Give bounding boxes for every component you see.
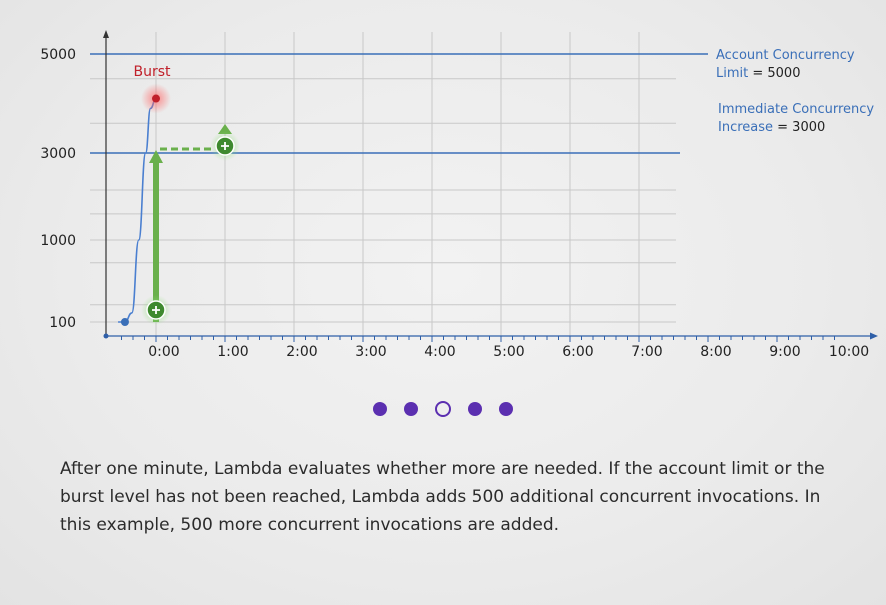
start-point xyxy=(120,318,129,326)
slide: 0:00 1:00 2:00 3:00 4:00 5:00 6:00 7:00 8:00 9:00… xyxy=(0,0,886,605)
y-tick-label: 1000 xyxy=(40,233,76,249)
pagination-dot[interactable] xyxy=(468,402,482,416)
pagination-dot[interactable] xyxy=(373,402,387,416)
x-tick-label: 3:00 xyxy=(355,344,386,360)
pagination-dot[interactable] xyxy=(404,402,418,416)
increase-arrow-head xyxy=(149,150,163,163)
y-tick-label: 100 xyxy=(49,315,76,331)
pagination-dot[interactable] xyxy=(499,402,513,416)
x-tick-label: 10:00 xyxy=(829,344,869,360)
concurrency-chart: 0:00 1:00 2:00 3:00 4:00 5:00 6:00 7:00 8:00 9:00… xyxy=(40,30,878,360)
axis-origin xyxy=(103,333,109,339)
account-limit-value-label: Limit = 5000 xyxy=(716,66,800,81)
slide-caption: After one minute, Lambda evaluates wheth… xyxy=(60,459,825,535)
y-tick-label: 5000 xyxy=(40,47,76,63)
x-axis-arrow xyxy=(870,332,878,340)
account-limit-label: Account Concurrency xyxy=(716,48,855,63)
x-tick-label: 7:00 xyxy=(631,344,662,360)
pagination-dots xyxy=(0,398,886,420)
x-tick-label: 8:00 xyxy=(700,344,731,360)
x-tick-label: 6:00 xyxy=(562,344,593,360)
y-axis-arrow xyxy=(103,30,109,38)
y-tick-label: 3000 xyxy=(40,146,76,162)
immediate-increase-value: = 3000 xyxy=(773,120,825,135)
immediate-increase-label: Immediate Concurrency xyxy=(718,102,874,117)
account-limit-name: Limit xyxy=(716,66,748,81)
pagination-dot-active[interactable] xyxy=(435,401,451,417)
burst-label: Burst xyxy=(133,64,171,80)
burst-curve xyxy=(118,97,157,323)
x-tick-label: 2:00 xyxy=(286,344,317,360)
immediate-increase-value-label: Increase = 3000 xyxy=(718,120,825,135)
x-tick-label: 9:00 xyxy=(769,344,800,360)
x-tick-label: 5:00 xyxy=(493,344,524,360)
immediate-increase-name: Increase xyxy=(718,120,773,135)
x-tick-label: 1:00 xyxy=(217,344,248,360)
x-tick-label: 0:00 xyxy=(148,344,179,360)
x-tick-label: 4:00 xyxy=(424,344,455,360)
account-limit-value: = 5000 xyxy=(748,66,800,81)
burst-point xyxy=(152,94,160,103)
